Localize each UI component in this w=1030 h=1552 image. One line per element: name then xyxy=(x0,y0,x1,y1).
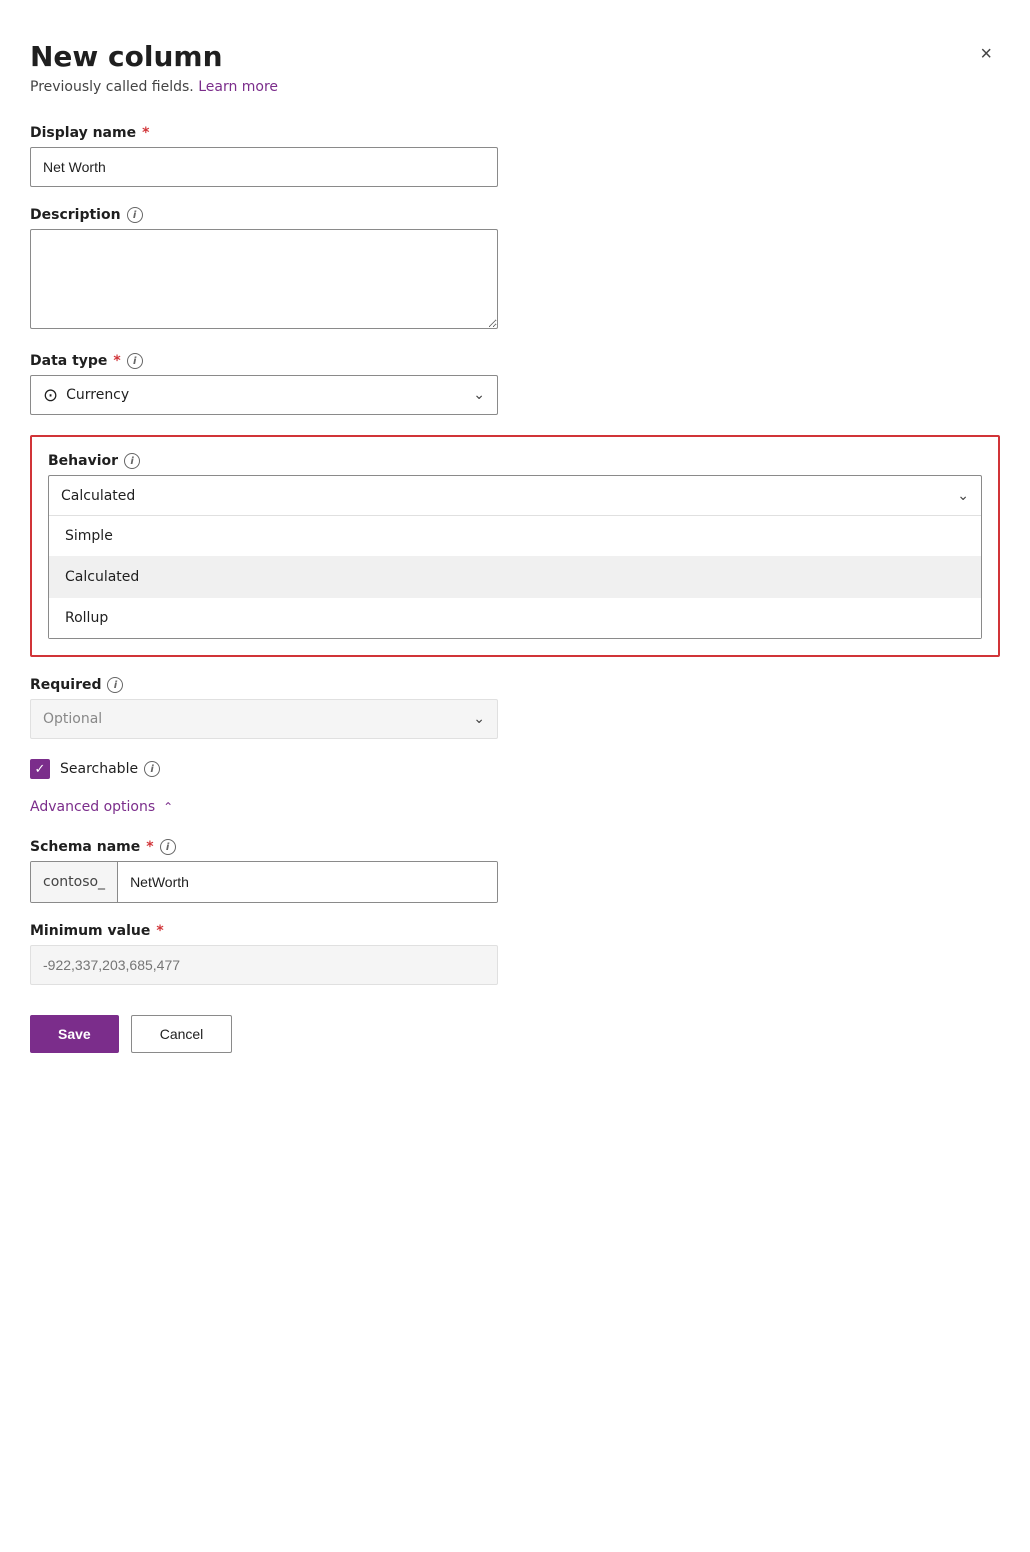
page-header: New column × xyxy=(30,40,1000,73)
schema-name-input[interactable] xyxy=(118,862,497,902)
data-type-section: Data type * i ⊙ Currency ⌄ xyxy=(30,353,1000,415)
behavior-selected-display[interactable]: Calculated ⌄ xyxy=(49,476,981,516)
required-select[interactable]: Optional ⌄ xyxy=(30,699,498,739)
header-left: New column xyxy=(30,40,223,73)
minimum-value-required-star: * xyxy=(156,923,163,939)
data-type-chevron-icon: ⌄ xyxy=(473,387,485,403)
searchable-row: ✓ Searchable i xyxy=(30,759,1000,779)
advanced-options-toggle[interactable]: Advanced options ⌃ xyxy=(30,799,1000,815)
advanced-options-label: Advanced options xyxy=(30,799,155,815)
display-name-section: Display name * xyxy=(30,125,1000,187)
button-row: Save Cancel xyxy=(30,1015,1000,1053)
display-name-label: Display name * xyxy=(30,125,1000,141)
currency-icon: ⊙ xyxy=(43,385,58,406)
data-type-value: Currency xyxy=(66,387,129,403)
data-type-select-display[interactable]: ⊙ Currency ⌄ xyxy=(30,375,498,415)
required-info-icon[interactable]: i xyxy=(107,677,123,693)
data-type-label: Data type * i xyxy=(30,353,1000,369)
save-button[interactable]: Save xyxy=(30,1015,119,1053)
data-type-select[interactable]: ⊙ Currency ⌄ xyxy=(30,375,498,415)
cancel-button[interactable]: Cancel xyxy=(131,1015,233,1053)
behavior-section: Behavior i Calculated ⌄ Simple Calculate… xyxy=(30,435,1000,657)
behavior-option-simple[interactable]: Simple xyxy=(49,516,981,557)
required-section: Required i Optional ⌄ xyxy=(30,677,1000,739)
schema-name-required-star: * xyxy=(146,839,153,855)
schema-name-label: Schema name * i xyxy=(30,839,1000,855)
searchable-checkbox[interactable]: ✓ xyxy=(30,759,50,779)
description-info-icon[interactable]: i xyxy=(127,207,143,223)
display-name-input[interactable] xyxy=(30,147,498,187)
behavior-dropdown-open: Calculated ⌄ Simple Calculated Rollup xyxy=(48,475,982,639)
required-star: * xyxy=(142,125,149,141)
minimum-value-label: Minimum value * xyxy=(30,923,1000,939)
searchable-info-icon[interactable]: i xyxy=(144,761,160,777)
behavior-info-icon[interactable]: i xyxy=(124,453,140,469)
behavior-option-calculated[interactable]: Calculated xyxy=(49,557,981,598)
page-container: New column × Previously called fields. L… xyxy=(30,40,1000,1053)
minimum-value-input[interactable] xyxy=(30,945,498,985)
behavior-selected-value: Calculated xyxy=(61,488,135,504)
page-title: New column xyxy=(30,40,223,73)
subtitle-text: Previously called fields. Learn more xyxy=(30,79,1000,95)
schema-name-info-icon[interactable]: i xyxy=(160,839,176,855)
required-value: Optional xyxy=(43,711,102,727)
minimum-value-section: Minimum value * xyxy=(30,923,1000,985)
schema-name-section: Schema name * i contoso_ xyxy=(30,839,1000,903)
behavior-options-list: Simple Calculated Rollup xyxy=(49,516,981,638)
schema-prefix: contoso_ xyxy=(31,862,118,902)
behavior-chevron-icon: ⌄ xyxy=(957,488,969,504)
behavior-option-rollup[interactable]: Rollup xyxy=(49,598,981,638)
searchable-label: Searchable i xyxy=(60,761,160,777)
schema-name-input-row: contoso_ xyxy=(30,861,498,903)
behavior-dropdown: Calculated ⌄ Simple Calculated Rollup xyxy=(48,475,982,639)
required-label: Required i xyxy=(30,677,1000,693)
learn-more-link[interactable]: Learn more xyxy=(198,79,278,95)
close-button[interactable]: × xyxy=(972,40,1000,68)
description-input[interactable] xyxy=(30,229,498,329)
behavior-label: Behavior i xyxy=(48,453,982,469)
advanced-options-chevron-icon: ⌃ xyxy=(163,800,173,814)
checkbox-check-icon: ✓ xyxy=(35,762,46,777)
description-label: Description i xyxy=(30,207,1000,223)
data-type-required-star: * xyxy=(113,353,120,369)
required-chevron-icon: ⌄ xyxy=(473,711,485,727)
description-section: Description i xyxy=(30,207,1000,333)
data-type-info-icon[interactable]: i xyxy=(127,353,143,369)
